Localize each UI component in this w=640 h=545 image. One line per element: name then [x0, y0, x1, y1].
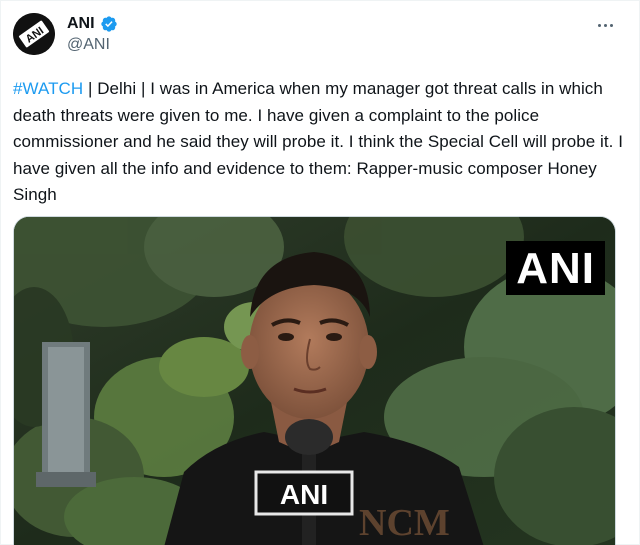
- avatar[interactable]: ANI: [13, 13, 55, 55]
- hashtag-link[interactable]: #WATCH: [13, 79, 83, 98]
- ani-logo-icon: ANI: [13, 13, 55, 55]
- verified-badge-icon: [100, 15, 118, 33]
- tweet-body: | Delhi | I was in America when my manag…: [13, 79, 623, 204]
- stone-fountain: [36, 342, 96, 487]
- svg-text:NCM: NCM: [359, 502, 450, 544]
- tweet-text: #WATCH | Delhi | I was in America when m…: [13, 76, 623, 209]
- display-name[interactable]: ANI: [67, 14, 95, 34]
- tweet-card[interactable]: ANI ANI @ANI #WATCH | Delhi | I was in A…: [0, 0, 640, 545]
- user-handle[interactable]: @ANI: [67, 35, 110, 55]
- tweet-video[interactable]: ANI NCM ANI: [13, 216, 616, 545]
- ani-watermark: ANI: [506, 241, 605, 295]
- more-options-icon[interactable]: [589, 11, 621, 39]
- name-row: ANI: [67, 14, 118, 34]
- svg-text:ANI: ANI: [280, 479, 328, 510]
